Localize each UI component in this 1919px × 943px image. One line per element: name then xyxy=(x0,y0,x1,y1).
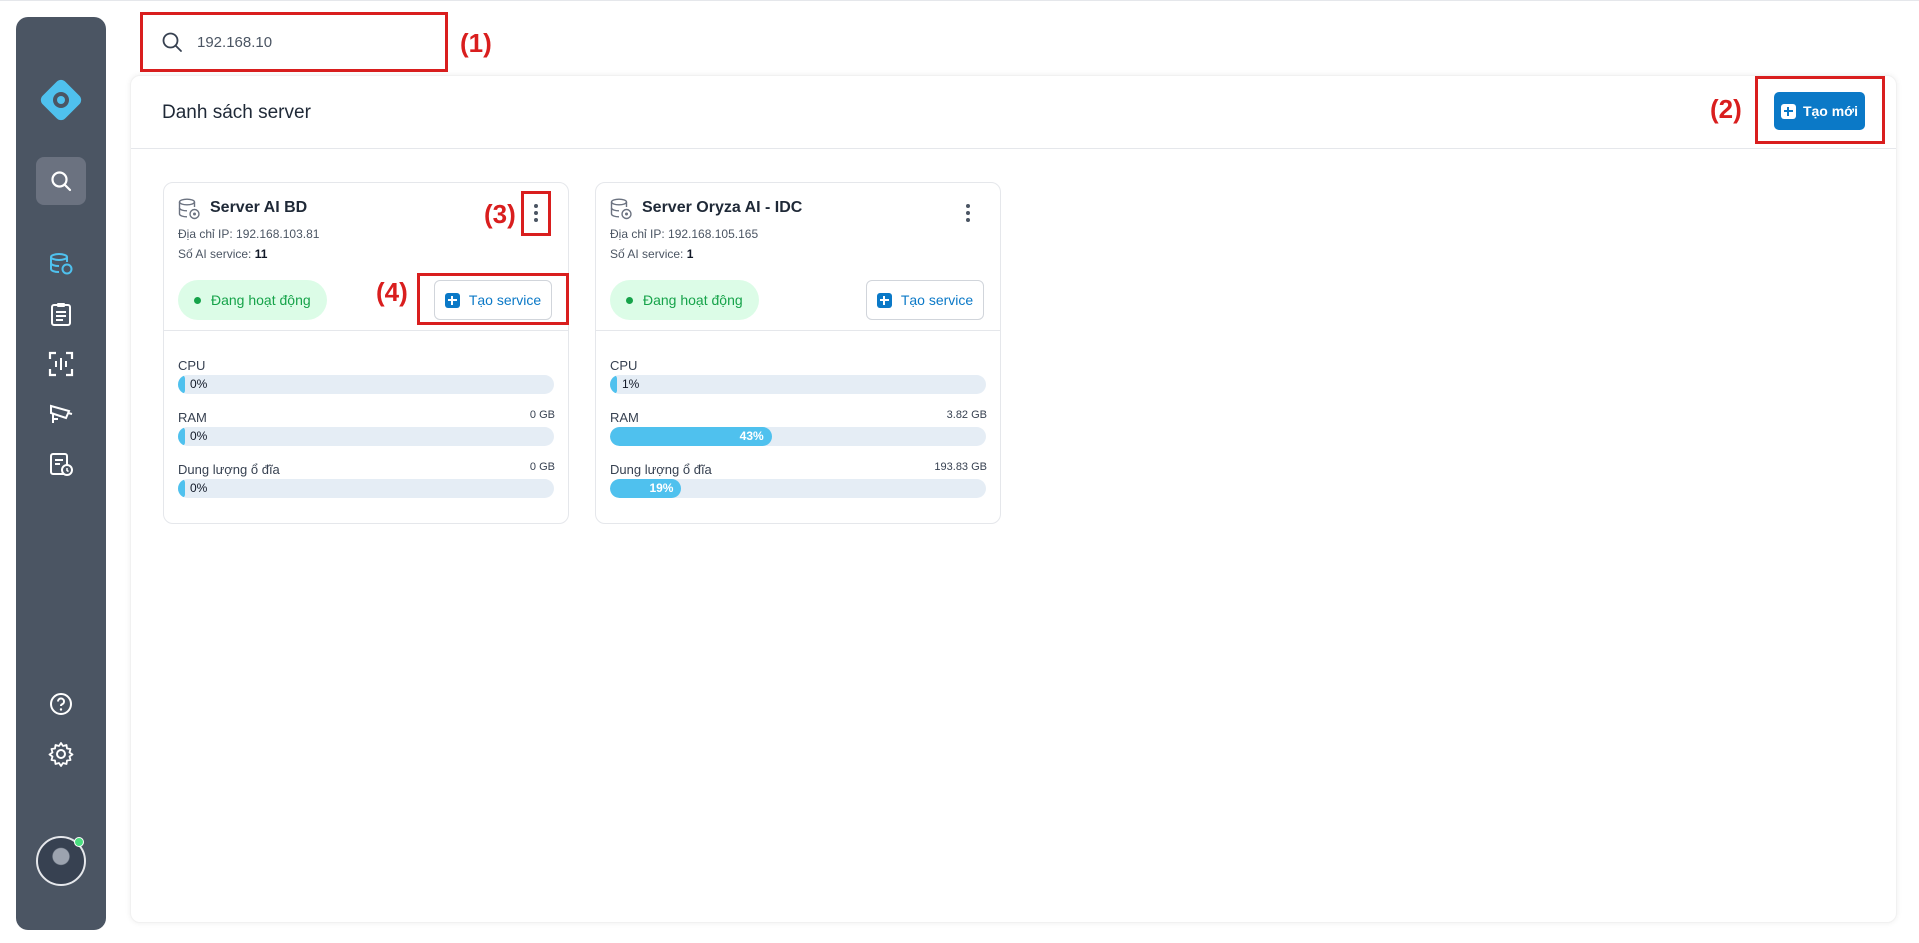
sidebar-item-help[interactable] xyxy=(16,682,106,726)
sidebar-item-settings[interactable] xyxy=(16,732,106,776)
ram-label: RAM xyxy=(178,410,207,425)
server-service-count: Số AI service: 1 xyxy=(610,247,694,261)
search-icon xyxy=(51,171,72,192)
settings-icon xyxy=(48,742,74,767)
create-service-button[interactable]: Tạo service xyxy=(866,280,984,320)
more-options-icon[interactable] xyxy=(526,198,546,228)
help-icon xyxy=(50,693,72,715)
search-icon xyxy=(162,32,182,52)
status-badge: Đang hoạt động xyxy=(178,280,327,320)
cpu-label: CPU xyxy=(610,358,638,373)
server-name: Server AI BD xyxy=(210,199,308,216)
plus-icon xyxy=(1780,103,1796,119)
sidebar xyxy=(16,17,106,930)
status-dot xyxy=(194,296,201,304)
sidebar-search-button[interactable] xyxy=(36,157,86,205)
server-list-panel: Danh sách server (2) Tạo mới Server AI B… xyxy=(130,75,1897,923)
server-card: Server AI BD Địa chỉ IP: 192.168.103.81 … xyxy=(163,182,569,524)
database-server-icon xyxy=(610,198,632,220)
panel-header: Danh sách server (2) Tạo mới xyxy=(131,76,1896,149)
clipboard-icon xyxy=(51,303,71,326)
cpu-progress-bar: 0% xyxy=(178,375,554,394)
camera-icon xyxy=(50,404,73,423)
progress-fill xyxy=(610,375,617,394)
disk-total: 193.83 GB xyxy=(934,461,987,473)
top-divider xyxy=(0,0,1919,1)
sidebar-item-report[interactable] xyxy=(16,442,106,486)
sidebar-item-scan[interactable] xyxy=(16,342,106,386)
search-input[interactable] xyxy=(197,33,417,51)
ram-progress-bar: 43% xyxy=(610,427,986,446)
sidebar-item-camera[interactable] xyxy=(16,392,106,436)
disk-label: Dung lượng ổ đĩa xyxy=(178,462,280,477)
disk-total: 0 GB xyxy=(529,461,555,473)
ram-total: 0 GB xyxy=(529,409,555,421)
status-dot xyxy=(626,296,633,304)
server-service-count: Số AI service: 11 xyxy=(178,247,268,261)
search-bar[interactable] xyxy=(140,12,448,72)
annotation-1: (1) xyxy=(460,28,492,58)
database-server-icon xyxy=(178,198,200,220)
server-name: Server Oryza AI - IDC xyxy=(642,199,803,216)
plus-icon xyxy=(444,292,460,308)
plus-icon xyxy=(876,292,892,308)
disk-percent: 19% xyxy=(649,481,674,495)
progress-fill xyxy=(178,479,185,498)
database-server-icon xyxy=(50,253,73,275)
disk-progress-bar: 19% xyxy=(610,479,986,498)
disk-label: Dung lượng ổ đĩa xyxy=(610,462,712,477)
create-service-button[interactable]: Tạo service xyxy=(434,280,552,320)
more-options-icon[interactable] xyxy=(958,198,978,228)
scan-icon xyxy=(48,351,74,377)
cpu-label: CPU xyxy=(178,358,206,373)
create-new-button[interactable]: Tạo mới xyxy=(1774,92,1865,130)
ram-percent: 43% xyxy=(739,429,764,443)
status-badge: Đang hoạt động xyxy=(610,280,759,320)
progress-fill xyxy=(178,375,185,394)
disk-percent: 0% xyxy=(190,481,208,495)
page-title: Danh sách server xyxy=(162,102,311,123)
ram-progress-bar: 0% xyxy=(178,427,554,446)
sidebar-item-clipboard[interactable] xyxy=(16,292,106,336)
ram-percent: 0% xyxy=(190,429,208,443)
sidebar-item-servers[interactable] xyxy=(16,242,106,286)
logo-icon[interactable] xyxy=(16,77,106,123)
annotation-2: (2) xyxy=(1710,94,1742,124)
progress-fill xyxy=(178,427,185,446)
server-card-header: Server AI BD Địa chỉ IP: 192.168.103.81 … xyxy=(164,183,569,331)
report-schedule-icon xyxy=(50,453,73,476)
online-status-dot xyxy=(74,837,84,847)
server-card-header: Server Oryza AI - IDC Địa chỉ IP: 192.16… xyxy=(596,183,1000,331)
server-ip: Địa chỉ IP: 192.168.103.81 xyxy=(178,227,320,241)
ram-label: RAM xyxy=(610,410,639,425)
cpu-percent: 0% xyxy=(190,377,208,391)
ram-total: 3.82 GB xyxy=(946,409,987,421)
cpu-percent: 1% xyxy=(622,377,640,391)
cpu-progress-bar: 1% xyxy=(610,375,986,394)
disk-progress-bar: 0% xyxy=(178,479,554,498)
annotation-4: (4) xyxy=(376,277,408,307)
server-card: Server Oryza AI - IDC Địa chỉ IP: 192.16… xyxy=(595,182,1001,524)
server-ip: Địa chỉ IP: 192.168.105.165 xyxy=(610,227,759,241)
create-new-label: Tạo mới xyxy=(1802,103,1859,119)
annotation-3: (3) xyxy=(484,199,516,229)
